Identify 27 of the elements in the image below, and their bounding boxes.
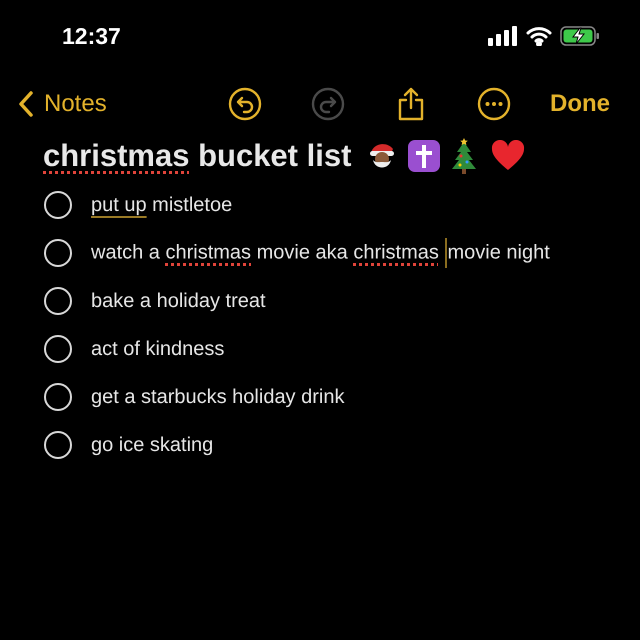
- redo-icon: [311, 87, 345, 121]
- cross-icon: [407, 139, 442, 173]
- signal-icon: [488, 26, 518, 46]
- checkbox[interactable]: [44, 287, 72, 315]
- undo-button[interactable]: [227, 86, 263, 122]
- more-icon: [477, 87, 511, 121]
- undo-icon: [228, 87, 262, 121]
- wifi-icon: [526, 26, 552, 46]
- checklist-item: bake a holiday treat: [91, 290, 266, 312]
- checkbox[interactable]: [44, 239, 72, 267]
- done-button[interactable]: Done: [550, 90, 610, 118]
- checkbox[interactable]: [44, 191, 72, 219]
- checkbox[interactable]: [44, 335, 72, 363]
- checkbox[interactable]: [44, 431, 72, 459]
- more-button[interactable]: [476, 86, 512, 122]
- share-icon: [396, 86, 426, 122]
- checklist-item: get a starbucks holiday drink: [91, 386, 344, 408]
- checklist-item: watch a christmas movie aka christmas movie night: [91, 238, 550, 268]
- checkbox[interactable]: [44, 383, 72, 411]
- back-button[interactable]: Notes: [18, 90, 107, 118]
- checklist-item: put up mistletoe: [91, 194, 232, 216]
- heart-icon: [491, 140, 526, 172]
- note-title: christmas bucket list: [43, 138, 352, 174]
- chevron-left-icon: [18, 90, 34, 118]
- status-time: 12:37: [62, 22, 121, 50]
- checklist-item: go ice skating: [91, 434, 214, 456]
- checklist-item: act of kindness: [91, 338, 224, 360]
